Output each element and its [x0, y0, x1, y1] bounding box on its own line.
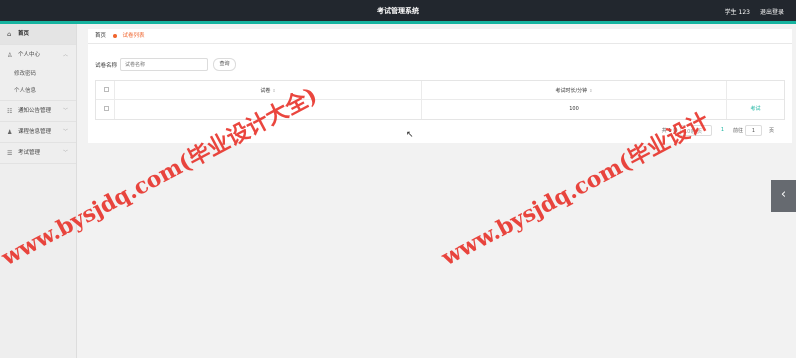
chevron-left-icon[interactable]: ‹ — [771, 180, 796, 212]
chevron-up-icon: ︿ — [62, 52, 68, 58]
sidebar-item-label: 课程信息管理 — [18, 129, 52, 135]
sidebar-item-exam[interactable]: ☰ 考试管理 ﹀ — [0, 143, 76, 164]
exam-icon: ☰ — [7, 150, 13, 157]
logout-link[interactable]: 退出登录 — [760, 7, 784, 16]
chevron-down-icon: ﹀ — [62, 129, 68, 135]
sidebar-item-label: 首页 — [18, 31, 30, 37]
column-header-action — [726, 81, 784, 99]
app-title: 考试管理系统 — [377, 7, 419, 15]
search-label: 试卷名称 — [95, 63, 118, 69]
exam-action-link[interactable]: 考试 — [726, 100, 784, 119]
select-all-checkbox[interactable] — [104, 87, 109, 92]
page-number[interactable]: 1 — [721, 127, 724, 133]
page-unit-label: 页 — [768, 128, 774, 134]
home-icon: ⌂ — [7, 31, 12, 38]
column-header-name[interactable]: 试卷 ⇕ — [114, 81, 421, 99]
top-bar: 考试管理系统 学生 123 退出登录 — [0, 0, 796, 24]
row-checkbox[interactable] — [104, 106, 109, 111]
sidebar-item-change-password[interactable]: 修改密码 — [0, 66, 76, 83]
sidebar-group-personal: ♙ 个人中心 ︿ 修改密码 个人信息 — [0, 45, 76, 101]
sidebar-item-personal-info[interactable]: 个人信息 — [0, 83, 76, 100]
column-header-duration[interactable]: 考试时长/分钟 ⇕ — [421, 81, 726, 99]
user-icon: ♙ — [7, 52, 13, 59]
search-input[interactable] — [120, 58, 208, 71]
notice-icon: ☷ — [7, 108, 13, 115]
dot-icon — [112, 33, 117, 38]
breadcrumb: 首页 试卷列表 — [88, 29, 792, 44]
sidebar-item-label: 个人中心 — [18, 52, 41, 58]
goto-page-input[interactable]: 1 — [745, 125, 762, 136]
sidebar-item-label: 考试管理 — [18, 150, 41, 156]
current-user: 学生 123 — [724, 9, 750, 16]
sidebar-item-course[interactable]: ♟ 课程信息管理 ﹀ — [0, 122, 76, 143]
sidebar-item-personal[interactable]: ♙ 个人中心 ︿ — [0, 45, 76, 66]
mouse-cursor-icon: ↖ — [406, 130, 414, 140]
breadcrumb-current: 试卷列表 — [122, 33, 145, 39]
sidebar: ⌂ 首页 ♙ 个人中心 ︿ 修改密码 个人信息 ☷ 通知公告管理 ﹀ ♟ 课程信… — [0, 24, 77, 358]
person-icon: ♟ — [7, 129, 13, 136]
sidebar-item-notice[interactable]: ☷ 通知公告管理 ﹀ — [0, 101, 76, 122]
sidebar-item-label: 通知公告管理 — [18, 108, 52, 114]
breadcrumb-home[interactable]: 首页 — [95, 33, 106, 39]
search-button[interactable]: 查询 — [213, 58, 236, 71]
sort-icon: ⇕ — [589, 88, 593, 93]
chevron-down-icon: ﹀ — [62, 108, 68, 114]
sort-icon: ⇕ — [272, 88, 276, 93]
sidebar-item-home[interactable]: ⌂ 首页 — [0, 24, 76, 45]
goto-label: 前往 — [732, 128, 743, 134]
chevron-down-icon: ﹀ — [62, 150, 68, 156]
table-header: 试卷 ⇕ 考试时长/分钟 ⇕ — [96, 81, 784, 100]
